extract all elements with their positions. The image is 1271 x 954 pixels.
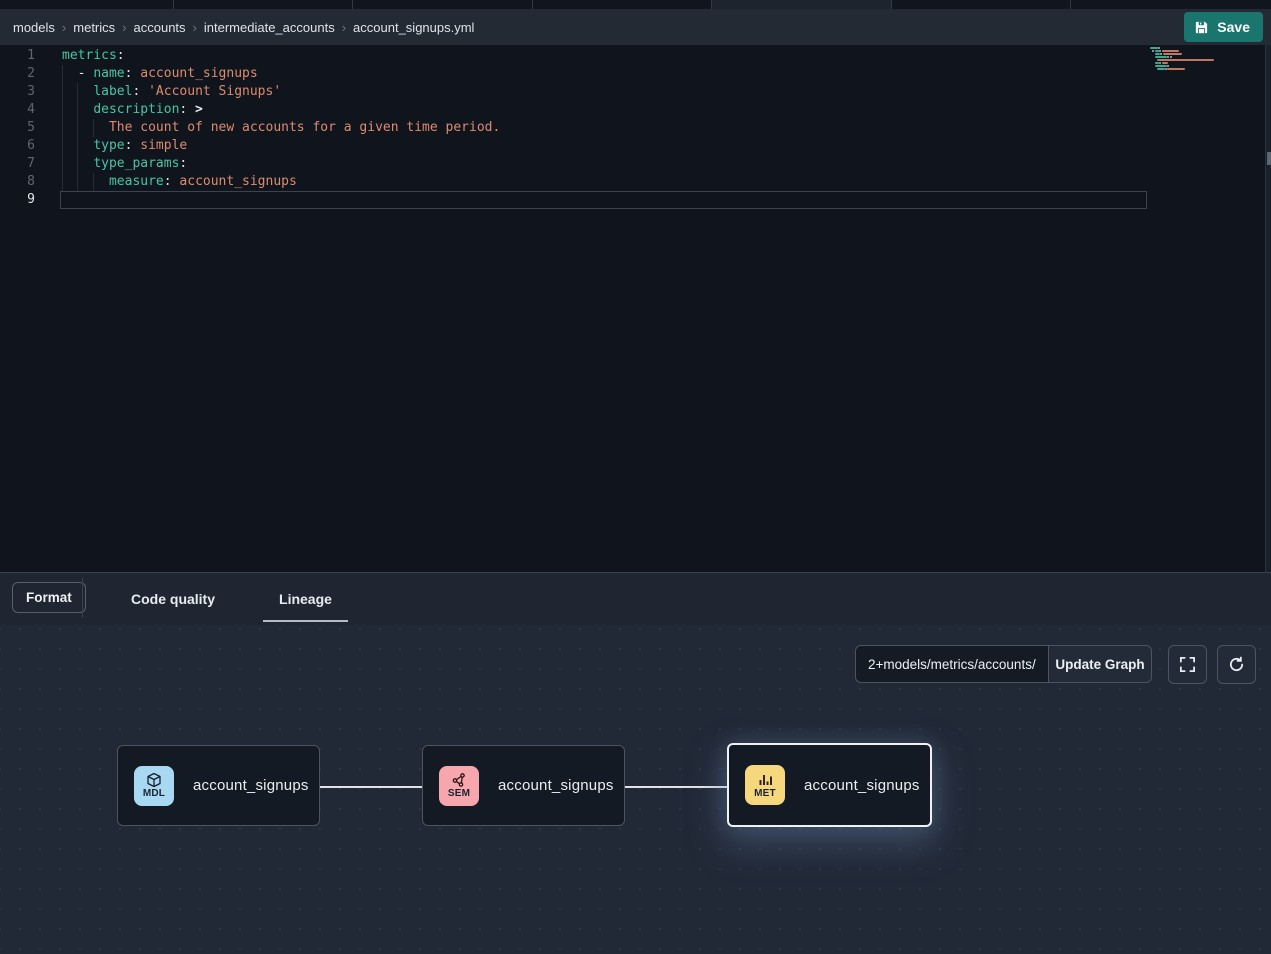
lineage-selector-group: Update Graph [855, 645, 1152, 683]
refresh-icon [1228, 656, 1245, 673]
tab-divider [891, 0, 892, 9]
save-button[interactable]: Save [1184, 12, 1263, 42]
active-tab-underline [115, 620, 231, 622]
breadcrumb-separator-icon: › [193, 20, 197, 35]
code-line: measure: account_signups [62, 173, 500, 191]
minimap-line [1157, 59, 1215, 61]
node-type-label: MDL [143, 789, 165, 799]
node-name-label: account_signups [804, 777, 920, 794]
lineage-graph-canvas[interactable]: Update Graph MDL account_signups SEM accoun… [0, 625, 1271, 954]
tab-label: Code quality [131, 591, 215, 607]
tab-divider [711, 0, 712, 9]
breadcrumb-bar: models › metrics › accounts › intermediate_acc… [0, 9, 1271, 45]
code-line: metrics: [62, 47, 500, 65]
code-line: type_params: [62, 155, 500, 173]
tab-divider [352, 0, 353, 9]
minimap-line [1167, 65, 1169, 67]
semantic-graph-icon [451, 772, 467, 788]
save-button-label: Save [1217, 19, 1250, 35]
minimap-line [1162, 50, 1179, 52]
breadcrumb-item[interactable]: metrics [73, 20, 115, 35]
line-number: 2 [0, 65, 35, 83]
code-line: The count of new accounts for a given ti… [62, 119, 500, 137]
node-type-badge: MET [745, 765, 785, 805]
format-button[interactable]: Format [12, 582, 86, 613]
node-name-label: account_signups [498, 777, 614, 794]
cube-icon [146, 772, 162, 788]
minimap-line [1167, 68, 1184, 70]
node-name-label: account_signups [193, 777, 309, 794]
node-type-badge: SEM [439, 766, 479, 806]
line-number: 1 [0, 47, 35, 65]
scrollbar-thumb[interactable] [1267, 152, 1271, 165]
line-number: 3 [0, 83, 35, 101]
lineage-node-sem[interactable]: SEM account_signups [422, 745, 625, 826]
lineage-node-mdl[interactable]: MDL account_signups [117, 745, 320, 826]
lineage-node-met[interactable]: MET account_signups [727, 743, 932, 827]
tab-divider [1070, 0, 1071, 9]
minimap-line [1162, 62, 1169, 64]
node-type-label: MET [754, 789, 776, 799]
code-line: label: 'Account Signups' [62, 83, 500, 101]
current-line-highlight [60, 191, 1147, 209]
minimap-line [1157, 68, 1165, 70]
editor-tab-active[interactable] [711, 0, 891, 9]
breadcrumb-item[interactable]: models [13, 20, 55, 35]
refresh-button[interactable] [1217, 645, 1256, 684]
code-line: description: > [62, 101, 500, 119]
line-number: 8 [0, 173, 35, 191]
active-tab-underline [263, 620, 348, 622]
breadcrumb-separator-icon: › [342, 20, 346, 35]
metric-chart-icon [757, 772, 773, 788]
code-content[interactable]: metrics: - name: account_signups label: … [62, 47, 500, 209]
tab-divider [532, 0, 533, 9]
panel-divider [82, 578, 83, 618]
tab-divider [173, 0, 174, 9]
breadcrumb: models › metrics › accounts › intermediate_acc… [13, 9, 474, 45]
code-line: type: simple [62, 137, 500, 155]
editor-scrollbar[interactable] [1265, 45, 1271, 572]
fullscreen-icon [1179, 656, 1196, 673]
minimap-line [1159, 50, 1161, 52]
minimap-line [1150, 47, 1158, 49]
breadcrumb-item[interactable]: accounts [134, 20, 186, 35]
bottom-panel-header: Format Code quality Lineage [0, 572, 1271, 625]
minimap[interactable] [1150, 47, 1242, 87]
breadcrumb-separator-icon: › [122, 20, 126, 35]
tab-code-quality[interactable]: Code quality [99, 573, 247, 625]
fullscreen-button[interactable] [1168, 645, 1207, 684]
minimap-line [1155, 65, 1168, 67]
tab-label: Lineage [279, 591, 332, 607]
lineage-edge [625, 786, 727, 788]
node-type-badge: MDL [134, 766, 174, 806]
node-type-label: SEM [448, 789, 470, 799]
minimap-line [1167, 56, 1169, 58]
update-graph-button[interactable]: Update Graph [1048, 645, 1152, 683]
code-editor[interactable]: 123456789 metrics: - name: account_signu… [0, 45, 1271, 572]
minimap-line [1152, 50, 1154, 52]
ide-window: models › metrics › accounts › intermediate_acc… [0, 0, 1271, 954]
minimap-line [1163, 53, 1183, 55]
line-number: 6 [0, 137, 35, 155]
tab-lineage[interactable]: Lineage [247, 573, 364, 625]
line-number: 9 [0, 191, 35, 209]
lineage-selector-input[interactable] [855, 645, 1048, 683]
line-number-gutter: 123456789 [0, 47, 35, 209]
line-number: 7 [0, 155, 35, 173]
lineage-edge [320, 786, 422, 788]
line-number: 5 [0, 119, 35, 137]
breadcrumb-item[interactable]: account_signups.yml [353, 20, 474, 35]
minimap-line [1159, 62, 1161, 64]
breadcrumb-separator-icon: › [62, 20, 66, 35]
code-line: - name: account_signups [62, 65, 500, 83]
minimap-line [1155, 56, 1168, 58]
panel-tabs: Code quality Lineage [99, 573, 364, 625]
minimap-line [1170, 56, 1172, 58]
line-number: 4 [0, 101, 35, 119]
save-disk-icon [1194, 20, 1209, 35]
breadcrumb-item[interactable]: intermediate_accounts [204, 20, 335, 35]
editor-tab-strip[interactable] [0, 0, 1271, 9]
minimap-line [1158, 47, 1160, 49]
